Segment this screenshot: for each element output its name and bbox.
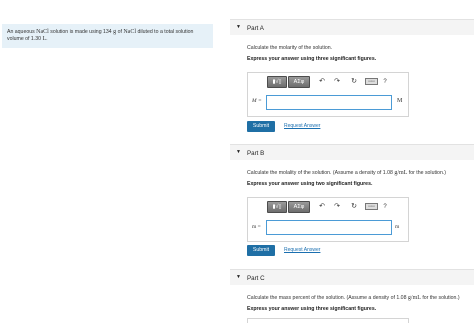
symbols-button[interactable]: ΑΣφ <box>288 201 310 213</box>
part-c-header[interactable]: ▼ Part C <box>230 269 474 285</box>
part-b-question: Calculate the molality of the solution. … <box>247 170 446 176</box>
symbols-button[interactable]: ΑΣφ <box>288 76 310 88</box>
collapse-caret-icon: ▼ <box>236 149 241 155</box>
part-b-request-answer-link[interactable]: Request Answer <box>284 247 320 253</box>
keyboard-icon[interactable]: ▭▭ <box>365 203 378 210</box>
part-b-submit-button[interactable]: Submit <box>247 245 275 256</box>
reset-icon[interactable]: ↻ <box>349 202 359 212</box>
problem-statement: An aqueous NaCl solution is made using 1… <box>2 24 213 48</box>
part-c-question: Calculate the mass percent of the soluti… <box>247 295 460 301</box>
part-a-answer-input[interactable] <box>266 95 392 110</box>
problem-text: An aqueous NaCl solution is made using 1… <box>7 29 194 42</box>
templates-button[interactable]: ▮√▯ <box>267 76 287 88</box>
part-a-question: Calculate the molarity of the solution. <box>247 45 333 51</box>
help-icon[interactable]: ? <box>381 202 389 212</box>
collapse-caret-icon: ▼ <box>236 274 241 280</box>
part-a-instruction: Express your answer using three signific… <box>247 56 377 62</box>
part-a-header[interactable]: ▼ Part A <box>230 19 474 35</box>
part-a-unit: M <box>397 98 403 104</box>
part-b-header[interactable]: ▼ Part B <box>230 144 474 160</box>
part-b-answer-input[interactable] <box>266 220 392 235</box>
part-a-submit-button[interactable]: Submit <box>247 121 275 132</box>
redo-icon[interactable]: ↷ <box>332 77 342 87</box>
help-icon[interactable]: ? <box>381 77 389 87</box>
part-c-answer-area <box>247 318 409 323</box>
part-b-variable-label: m = <box>252 224 261 230</box>
reset-icon[interactable]: ↻ <box>349 77 359 87</box>
part-c-title: Part C <box>247 274 265 282</box>
undo-icon[interactable]: ↶ <box>317 202 327 212</box>
redo-icon[interactable]: ↷ <box>332 202 342 212</box>
part-a-variable-label: M = <box>252 98 262 104</box>
undo-icon[interactable]: ↶ <box>317 77 327 87</box>
part-a-title: Part A <box>247 24 264 32</box>
keyboard-icon[interactable]: ▭▭ <box>365 78 378 85</box>
part-b-title: Part B <box>247 149 265 157</box>
collapse-caret-icon: ▼ <box>236 24 241 30</box>
part-b-unit: m <box>395 224 400 230</box>
part-a-request-answer-link[interactable]: Request Answer <box>284 123 320 129</box>
part-b-instruction: Express your answer using two significan… <box>247 181 373 187</box>
templates-button[interactable]: ▮√▯ <box>267 201 287 213</box>
part-c-instruction: Express your answer using three signific… <box>247 306 377 312</box>
